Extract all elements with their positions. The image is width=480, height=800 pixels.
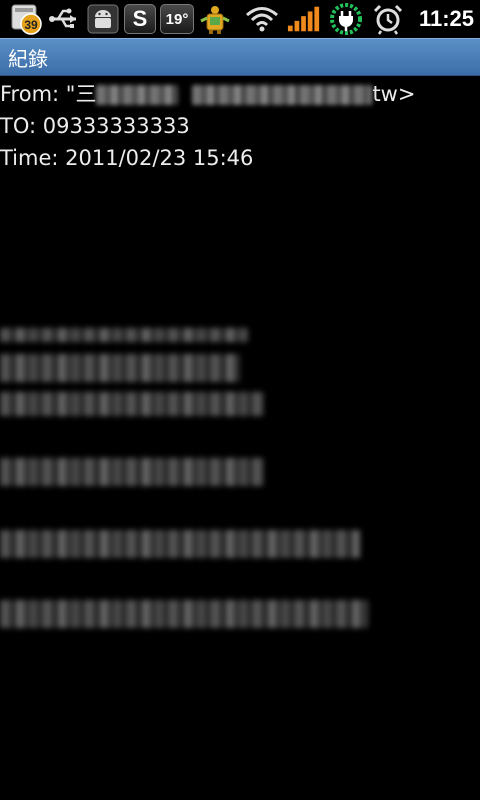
redacted-line	[0, 354, 240, 382]
redacted-line	[0, 530, 360, 558]
redacted-line	[0, 600, 368, 628]
redacted-line	[0, 328, 248, 342]
from-line: From: "三 tw>	[0, 78, 480, 110]
message-content: From: "三 tw> TO: 09333333333 Time: 2011/0…	[0, 78, 480, 174]
app-robot-icon	[198, 3, 232, 35]
usb-icon	[48, 3, 82, 35]
signal-icon	[287, 3, 321, 35]
alarm-icon	[371, 3, 405, 35]
status-clock: 11:25	[418, 6, 474, 31]
battery-charging-icon	[329, 3, 363, 35]
from-prefix: From: "三	[0, 82, 97, 106]
redacted-sender-name	[96, 85, 179, 105]
skype-letter: S	[132, 6, 148, 31]
wifi-icon	[245, 3, 279, 35]
to-line: TO: 09333333333	[0, 114, 190, 138]
page-title: 紀錄	[8, 46, 48, 71]
title-bar: 紀錄	[0, 38, 480, 76]
redacted-sender-email	[192, 85, 373, 105]
status-bar: 39 S 19° 11:25	[0, 0, 480, 38]
from-suffix: tw>	[372, 82, 416, 106]
message-notification-icon: 39	[10, 3, 44, 35]
weather-icon: 19°	[160, 4, 194, 34]
time-line: Time: 2011/02/23 15:46	[0, 146, 254, 170]
redacted-line	[0, 392, 264, 416]
redacted-line	[0, 458, 264, 486]
temperature: 19°	[165, 10, 189, 28]
android-debug-icon	[86, 3, 120, 35]
skype-icon: S	[124, 4, 156, 34]
notification-count: 39	[24, 18, 38, 32]
